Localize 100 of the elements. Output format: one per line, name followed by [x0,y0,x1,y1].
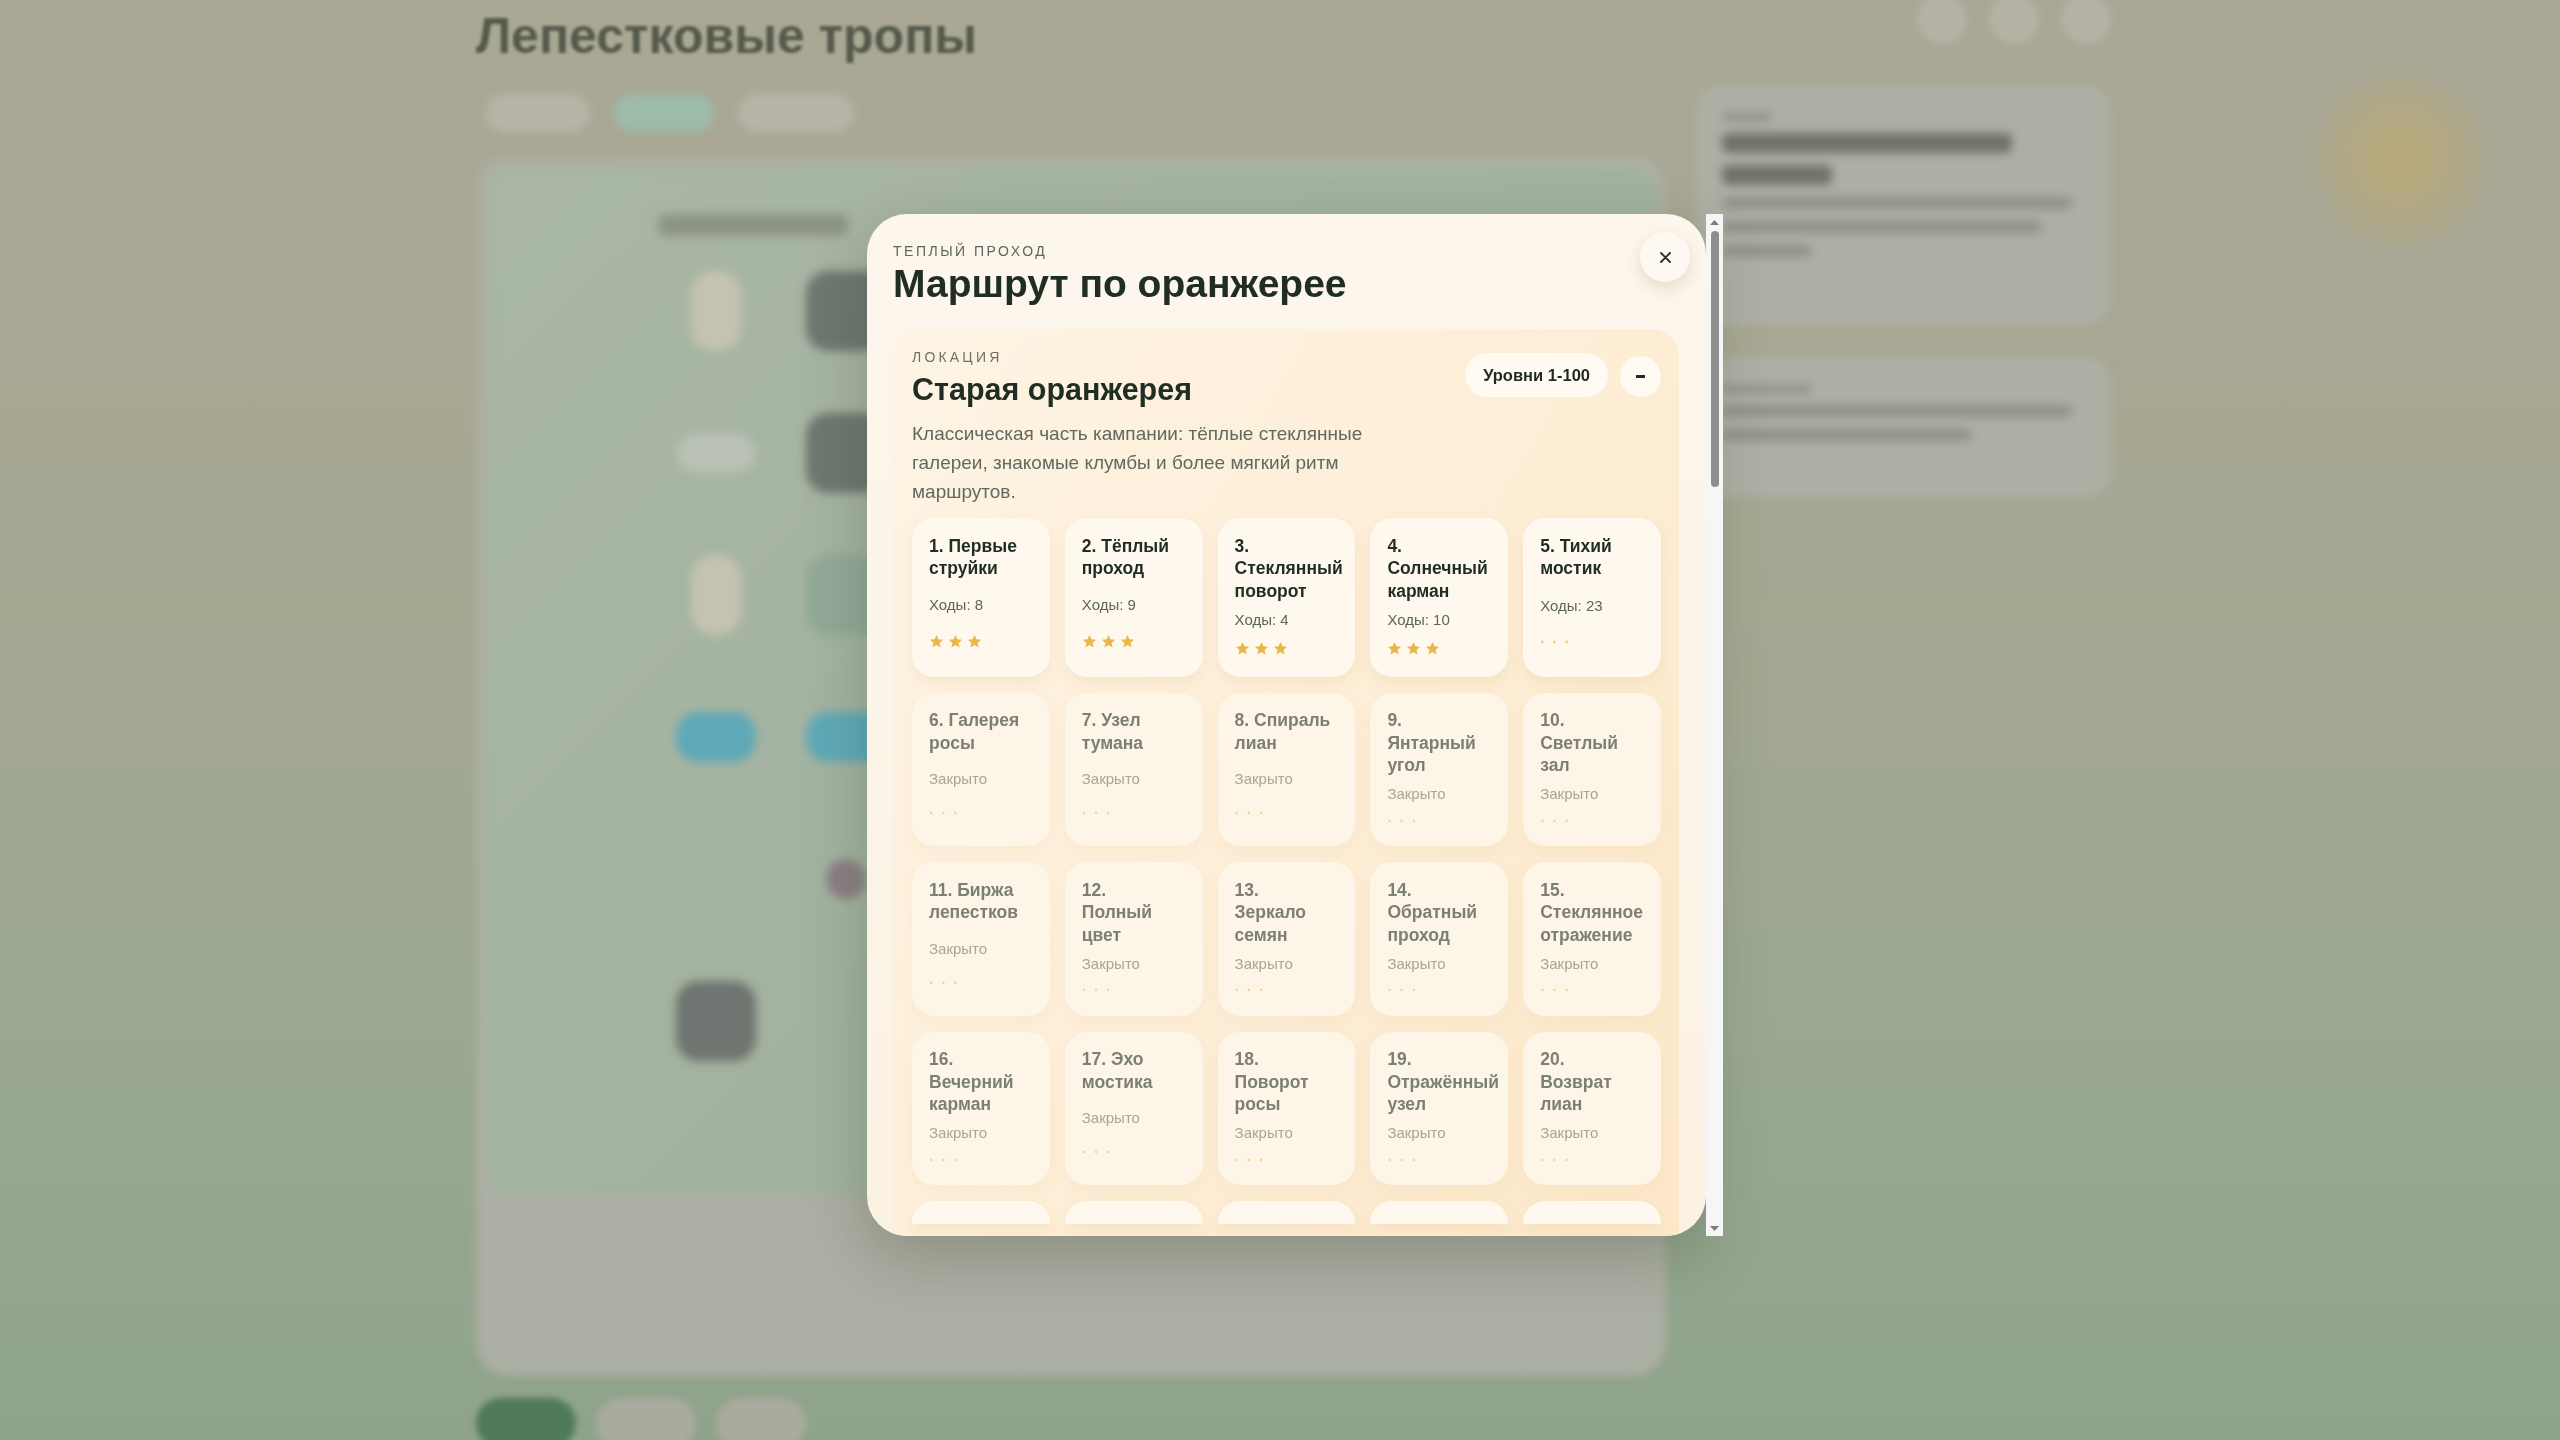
page-title: Лепестковые тропы [476,7,978,66]
level-moves: Ходы: 23 [1540,597,1603,616]
level-card[interactable] [912,1201,1050,1224]
rating-placeholder: · · · [1540,1154,1571,1165]
star-icon [948,633,963,649]
level-status: Закрыто [1081,770,1140,788]
rating-placeholder: · · · [1234,808,1266,818]
scrollbar-thumb[interactable] [1710,231,1719,487]
minus-icon [1636,375,1645,378]
level-card[interactable]: 6. Галерея росы Закрыто · · · [912,692,1050,846]
collapse-button[interactable] [1620,356,1661,397]
level-status: Закрыто [929,939,988,958]
level-title: 1. Первые струйки [929,534,1018,580]
level-title: 11. Биржа лепестков [929,878,1019,924]
level-moves: Ходы: 8 [929,595,984,614]
level-card[interactable]: 19. Отражённый узел Закрыто · · · [1370,1031,1509,1185]
close-button[interactable] [1640,232,1690,282]
modal-subtitle: ТЕПЛЫЙ ПРОХОД [893,242,1048,260]
level-title: 5. Тихий мостик [1540,534,1613,580]
level-card[interactable]: 11. Биржа лепестков Закрыто · · · [912,862,1050,1016]
level-status: Закрыто [929,1124,988,1142]
rating-placeholder: · · · [1234,1154,1266,1165]
location-title: Старая оранжерея [912,371,1192,407]
rating-placeholder: · · · [1387,815,1419,826]
level-status: Закрыто [1234,954,1293,973]
rating-placeholder: · · · [1081,808,1113,818]
level-card[interactable]: 16. Вечерний карман Закрыто · · · [912,1031,1050,1185]
level-card[interactable]: 3. Стеклянный поворот Ходы: 4 [1217,518,1356,677]
level-status: Закрыто [1540,1124,1599,1142]
level-status: Закрыто [1234,1124,1293,1142]
level-status: Закрыто [929,770,988,788]
location-label: ЛОКАЦИЯ [912,349,1003,365]
star-icon [1406,641,1422,656]
level-moves: Ходы: 4 [1234,610,1289,629]
rating-placeholder: · · · [929,808,960,818]
star-icon [1253,641,1269,656]
star-icon [1272,641,1288,656]
close-icon [1659,251,1671,263]
level-moves: Ходы: 10 [1387,610,1450,629]
level-title: 20. Возврат лиан [1540,1048,1613,1116]
level-title: 7. Узел тумана [1081,709,1145,754]
modal-title: Маршрут по оранжерее [893,263,1347,305]
rating-placeholder: · · · [929,1154,960,1165]
level-moves: Ходы: 9 [1081,595,1136,614]
level-card[interactable]: 17. Эхо мостика Закрыто · · · [1064,1031,1203,1185]
level-card[interactable] [1523,1201,1661,1224]
rating-placeholder: · · · [1540,636,1571,647]
level-card[interactable]: 20. Возврат лиан Закрыто · · · [1523,1031,1661,1185]
level-card[interactable]: 12. Полный цвет Закрыто · · · [1064,862,1203,1016]
rating-placeholder: · · · [1387,1154,1419,1165]
level-title: 4. Солнечный карман [1387,534,1488,602]
level-title: 13. Зеркало семян [1234,878,1308,946]
level-card[interactable]: 2. Тёплый проход Ходы: 9 [1064,518,1203,677]
star-icon [1100,633,1116,649]
level-card[interactable] [1217,1201,1356,1224]
level-card[interactable]: 18. Поворот росы Закрыто · · · [1217,1031,1356,1185]
down-caret-icon [1710,1226,1719,1231]
rating-placeholder: · · · [1540,985,1571,995]
scrollbar[interactable] [1706,214,1723,1236]
level-card[interactable]: 7. Узел тумана Закрыто · · · [1064,692,1203,846]
level-status: Закрыто [1387,954,1446,973]
blurred-tile [826,859,866,899]
level-card[interactable]: 9. Янтарный угол Закрыто · · · [1370,692,1509,846]
level-card[interactable]: 5. Тихий мостик Ходы: 23 · · · [1523,518,1661,677]
level-status: Закрыто [1081,1109,1140,1127]
rating-placeholder: · · · [1387,985,1419,995]
rating-placeholder: · · · [929,977,960,988]
star-icon [1234,641,1250,656]
level-title: 19. Отражённый узел [1387,1048,1499,1116]
rating-placeholder: · · · [1081,1147,1113,1157]
level-status: Закрыто [1081,954,1140,973]
level-card[interactable]: 13. Зеркало семян Закрыто · · · [1217,862,1356,1016]
level-status: Закрыто [1387,785,1446,803]
level-card[interactable] [1064,1201,1203,1224]
level-card[interactable]: 15. Стеклянное отражение Закрыто · · · [1523,862,1661,1016]
level-title: 17. Эхо мостика [1081,1048,1154,1093]
level-card[interactable]: 10. Светлый зал Закрыто · · · [1523,692,1661,846]
star-icon [1387,641,1403,656]
level-title: 14. Обратный проход [1387,878,1479,946]
levels-range-badge: Уровни 1-100 [1465,353,1608,397]
level-title: 3. Стеклянный поворот [1234,534,1343,602]
level-title: 8. Спираль лиан [1234,709,1332,754]
level-title: 10. Светлый зал [1540,709,1619,777]
level-title: 15. Стеклянное отражение [1540,878,1643,946]
level-card[interactable] [1370,1201,1509,1224]
level-status: Закрыто [1234,770,1293,788]
level-card[interactable]: 14. Обратный проход Закрыто · · · [1370,862,1509,1016]
level-card[interactable]: 8. Спираль лиан Закрыто · · · [1217,692,1356,846]
level-card[interactable]: 1. Первые струйки Ходы: 8 [912,518,1050,677]
level-status: Закрыто [1387,1124,1446,1142]
rating-placeholder: · · · [1234,985,1266,995]
rating-placeholder: · · · [1540,815,1571,826]
star-icon [1119,633,1135,649]
level-status: Закрыто [1540,785,1599,803]
level-title: 6. Галерея росы [929,709,1021,754]
up-caret-icon [1710,220,1719,225]
level-title: 2. Тёплый проход [1081,534,1171,580]
level-title: 16. Вечерний карман [929,1048,1015,1116]
rating-placeholder: · · · [1081,985,1113,995]
level-card[interactable]: 4. Солнечный карман Ходы: 10 [1370,518,1509,677]
